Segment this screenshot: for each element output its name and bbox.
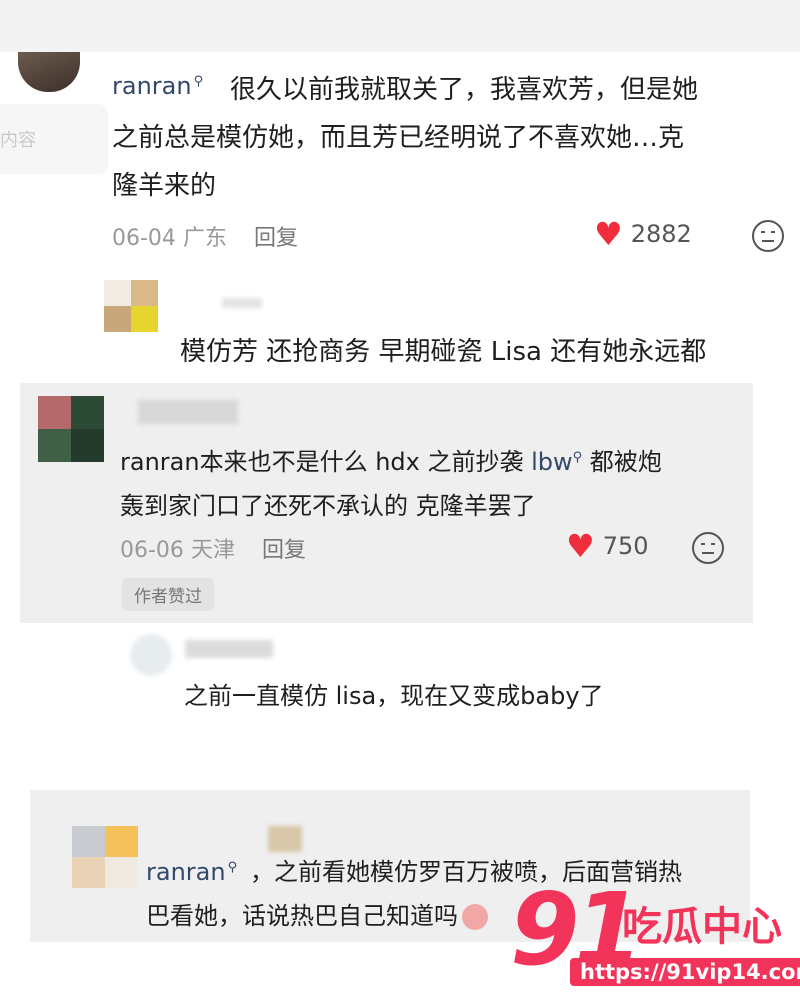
username-blurred (138, 400, 238, 424)
comment-meta: 06-06 天津 回复 (120, 532, 306, 564)
username-blurred (268, 826, 302, 852)
comment-text: 之前一直模仿 lisa，现在又变成baby了 (184, 682, 604, 710)
sidebar-ghost-label: 内容 (0, 130, 36, 151)
avatar[interactable] (130, 634, 172, 676)
comment-text: 很久以前我就取关了，我喜欢芳，但是她 之前总是模仿她，而且芳已经明说了不喜欢她…… (112, 75, 699, 201)
avatar[interactable] (38, 396, 104, 462)
heart-icon: ♥ (594, 215, 623, 253)
fade-overlay (0, 728, 800, 746)
comment-location: 广东 (182, 226, 227, 251)
comment-location: 天津 (190, 538, 235, 563)
like-button[interactable]: ♥ 750 (566, 530, 649, 562)
author-liked-badge: 作者赞过 (122, 578, 214, 611)
avatar[interactable] (72, 826, 138, 888)
comment-date: 06-06 (120, 538, 184, 563)
username-blurred (185, 640, 273, 658)
avatar[interactable] (104, 280, 158, 332)
reply-button[interactable]: 回复 (262, 538, 306, 563)
comment-text: 模仿芳 还抢商务 早期碰瓷 Lisa 还有她永远都 (180, 337, 707, 367)
username-blurred (222, 298, 262, 308)
watermark-url: https://91vip14.com (570, 958, 800, 986)
reply-button[interactable]: 回复 (254, 226, 298, 251)
comment-date: 06-04 (112, 226, 176, 251)
dislike-face-icon[interactable] (752, 220, 784, 252)
watermark-brand: 吃瓜中心 (622, 904, 782, 950)
top-bar (0, 0, 800, 52)
comment-text: ranran本来也不是什么 hdx 之前抄袭 lbw⚲ 都被炮 轰到家门口了还死… (120, 448, 662, 520)
like-count: 750 (602, 532, 649, 560)
mention-link[interactable]: lbw⚲ (531, 448, 582, 476)
emoji-icon (462, 904, 488, 930)
search-mark-icon: ⚲ (572, 450, 583, 465)
like-count: 2882 (630, 220, 692, 248)
comment-meta: 06-04 广东 回复 (112, 220, 298, 252)
sidebar-ghost: 内容 (0, 104, 108, 174)
watermark-logo: 91 吃瓜中心 https://91vip14.com (510, 880, 800, 1000)
heart-icon: ♥ (566, 527, 595, 565)
avatar[interactable] (18, 52, 80, 92)
like-button[interactable]: ♥ 2882 (594, 218, 692, 250)
dislike-face-icon[interactable] (692, 532, 724, 564)
